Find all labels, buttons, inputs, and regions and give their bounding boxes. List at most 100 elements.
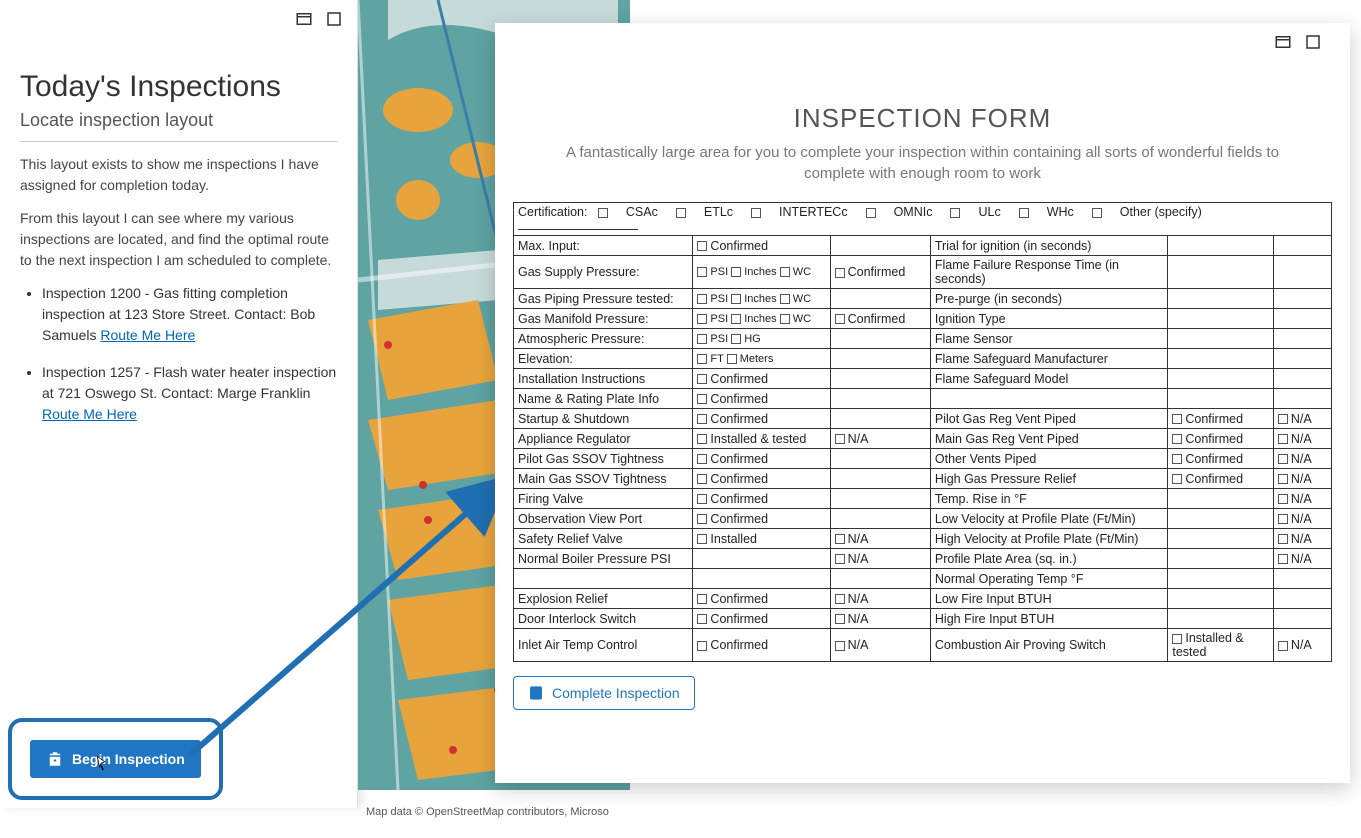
field-na[interactable] — [830, 369, 930, 389]
field-units[interactable]: PSI HG — [693, 329, 830, 349]
field-check[interactable]: Confirmed — [693, 369, 830, 389]
field-na[interactable] — [1273, 329, 1331, 349]
field-check[interactable] — [1168, 609, 1274, 629]
complete-inspection-button[interactable]: Complete Inspection — [513, 676, 695, 710]
maximize-icon[interactable] — [1304, 33, 1322, 56]
field-na[interactable]: N/A — [830, 589, 930, 609]
field-units[interactable]: PSI Inches WC — [693, 256, 830, 289]
field-check[interactable] — [1168, 349, 1274, 369]
cert-option[interactable]: ETLc — [676, 205, 733, 219]
field-check[interactable] — [1168, 369, 1274, 389]
field-check[interactable] — [1168, 236, 1274, 256]
field-check[interactable] — [1168, 569, 1274, 589]
cert-option[interactable]: ULc — [950, 205, 1000, 219]
field-na[interactable]: N/A — [1273, 629, 1331, 662]
field-na[interactable] — [830, 409, 930, 429]
field-na[interactable] — [1273, 609, 1331, 629]
field-check[interactable]: Confirmed — [693, 389, 830, 409]
field-check[interactable] — [830, 329, 930, 349]
item-text: Inspection 1257 - Flash water heater ins… — [42, 364, 336, 401]
field-na[interactable]: N/A — [830, 609, 930, 629]
field-check[interactable] — [1168, 489, 1274, 509]
field-units[interactable]: PSI Inches WC — [693, 309, 830, 329]
field-check[interactable] — [693, 549, 830, 569]
field-na[interactable]: N/A — [1273, 489, 1331, 509]
field-check[interactable]: Confirmed — [693, 609, 830, 629]
field-na[interactable]: N/A — [830, 429, 930, 449]
field-check[interactable] — [1168, 329, 1274, 349]
field-na[interactable] — [830, 449, 930, 469]
field-check[interactable]: Confirmed — [830, 309, 930, 329]
field-check[interactable]: Confirmed — [693, 469, 830, 489]
field-na[interactable]: N/A — [1273, 529, 1331, 549]
route-link[interactable]: Route Me Here — [100, 327, 195, 343]
route-link[interactable]: Route Me Here — [42, 406, 137, 422]
field-check[interactable] — [1168, 309, 1274, 329]
field-na[interactable] — [830, 469, 930, 489]
field-na[interactable] — [830, 569, 930, 589]
field-check[interactable] — [1168, 549, 1274, 569]
field-check[interactable]: Confirmed — [1168, 409, 1274, 429]
sidebar-panel: Today's Inspections Locate inspection la… — [0, 0, 358, 808]
field-na[interactable] — [830, 509, 930, 529]
field-check[interactable]: Confirmed — [1168, 469, 1274, 489]
field-label — [930, 389, 1167, 409]
dock-left-icon[interactable] — [295, 10, 313, 33]
field-check[interactable]: Installed — [693, 529, 830, 549]
field-na[interactable] — [1273, 289, 1331, 309]
field-na[interactable] — [830, 489, 930, 509]
field-check[interactable] — [1168, 589, 1274, 609]
field-check[interactable]: Confirmed — [693, 449, 830, 469]
field-units[interactable]: PSI Inches WC — [693, 289, 830, 309]
field-check[interactable] — [1168, 529, 1274, 549]
field-check[interactable]: Confirmed — [693, 236, 830, 256]
field-na[interactable] — [1273, 589, 1331, 609]
field-check[interactable] — [1168, 289, 1274, 309]
field-na[interactable] — [1273, 349, 1331, 369]
field-units[interactable]: FT Meters — [693, 349, 830, 369]
field-na[interactable] — [830, 389, 930, 409]
field-check[interactable]: Confirmed — [1168, 429, 1274, 449]
field-check[interactable]: Confirmed — [693, 409, 830, 429]
field-check[interactable] — [830, 349, 930, 369]
begin-inspection-button[interactable]: Begin Inspection — [30, 740, 201, 778]
field-na[interactable] — [1273, 389, 1331, 409]
field-na[interactable] — [1273, 369, 1331, 389]
field-na[interactable] — [1273, 569, 1331, 589]
field-na[interactable]: N/A — [830, 549, 930, 569]
field-check[interactable] — [1168, 389, 1274, 409]
cert-option[interactable]: OMNIc — [866, 205, 933, 219]
field-check[interactable]: Confirmed — [693, 509, 830, 529]
cert-option[interactable]: INTERTECc — [751, 205, 848, 219]
field-na[interactable] — [1273, 236, 1331, 256]
field-label: Startup & Shutdown — [514, 409, 693, 429]
field-check[interactable]: Confirmed — [693, 489, 830, 509]
dock-left-icon[interactable] — [1274, 33, 1292, 56]
field-check[interactable]: Confirmed — [830, 256, 930, 289]
field-na[interactable] — [1273, 309, 1331, 329]
field-check[interactable] — [1168, 256, 1274, 289]
field-na[interactable]: N/A — [1273, 469, 1331, 489]
field-check[interactable]: Confirmed — [1168, 449, 1274, 469]
cert-option[interactable]: CSAc — [598, 205, 658, 219]
field-na[interactable] — [1273, 256, 1331, 289]
field-na[interactable]: N/A — [1273, 549, 1331, 569]
field-na[interactable] — [830, 236, 930, 256]
field-check[interactable]: Confirmed — [693, 589, 830, 609]
cert-option[interactable]: WHc — [1019, 205, 1074, 219]
field-check[interactable] — [693, 569, 830, 589]
field-check[interactable]: Installed & tested — [693, 429, 830, 449]
field-label: Pilot Gas Reg Vent Piped — [930, 409, 1167, 429]
field-na[interactable]: N/A — [1273, 409, 1331, 429]
field-na[interactable]: N/A — [1273, 449, 1331, 469]
field-check[interactable] — [1168, 509, 1274, 529]
field-na[interactable]: N/A — [830, 629, 930, 662]
field-na[interactable]: N/A — [1273, 429, 1331, 449]
cert-option[interactable]: Other (specify) — [1092, 205, 1202, 219]
field-na[interactable]: N/A — [1273, 509, 1331, 529]
field-check[interactable]: Confirmed — [693, 629, 830, 662]
field-na[interactable]: N/A — [830, 529, 930, 549]
field-check[interactable]: Installed & tested — [1168, 629, 1274, 662]
maximize-icon[interactable] — [325, 10, 343, 33]
field-check[interactable] — [830, 289, 930, 309]
